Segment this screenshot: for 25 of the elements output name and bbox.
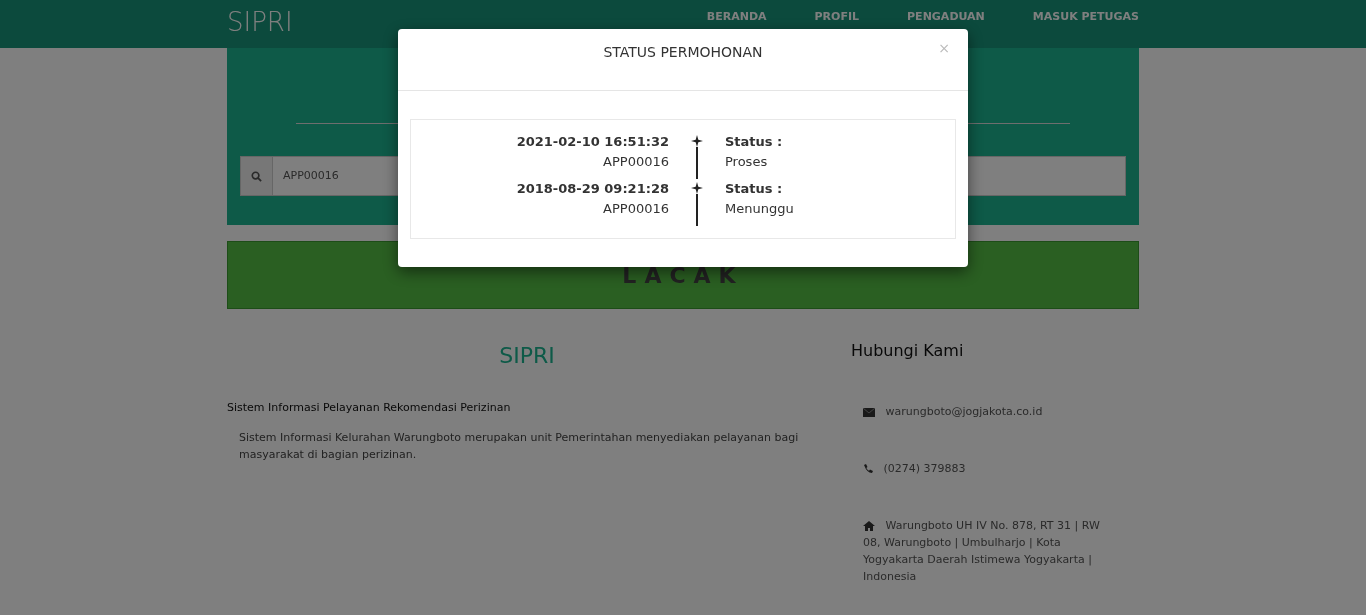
timestamp: 2021-02-10 16:51:32	[515, 133, 669, 151]
close-button[interactable]: ×	[932, 37, 956, 60]
status-label: Status :	[725, 180, 784, 198]
contact-info: warungboto@jogjakota.co.id	[851, 403, 1111, 420]
timestamp: 2018-08-29 09:21:28	[515, 180, 669, 198]
contact-title: Hubungi Kami	[851, 340, 965, 362]
status-value: Proses	[725, 152, 769, 171]
home-icon	[863, 521, 875, 531]
status-label: Status :	[725, 133, 783, 151]
phone-icon	[863, 464, 873, 474]
application-code: APP00016	[602, 152, 669, 171]
footer-title: SIPRI	[498, 342, 556, 370]
status-value: Menunggu	[725, 199, 794, 218]
envelope-icon	[863, 407, 875, 417]
contact-info: Warungboto UH IV No. 878, RT 31 | RW 08, Warungboto | Umbulharjo | Kota Yogyakarta Daerah Istimewa Yogyakarta | Indonesia	[862, 518, 1101, 585]
star-marker-icon	[691, 135, 703, 147]
subtitle: Sistem Informasi Pelayanan Rekomendasi Perizinan	[227, 400, 512, 416]
contact-info: (0274) 379883	[851, 460, 1111, 477]
description: Sistem Informasi Kelurahan Warungboto merupakan unit Pemerintahan menyediakan pelayanan bagi masyarakat di bagian perizinan.	[238, 429, 800, 463]
dialog-title: STATUS PERMOHONAN	[603, 43, 763, 62]
application-code: APP00016	[602, 199, 669, 218]
nav-link[interactable]: MASUK PETUGAS	[1032, 0, 1139, 35]
star-marker-icon	[691, 182, 703, 194]
search-icon	[251, 170, 262, 182]
brand-logo: SIPRI	[227, 6, 293, 39]
